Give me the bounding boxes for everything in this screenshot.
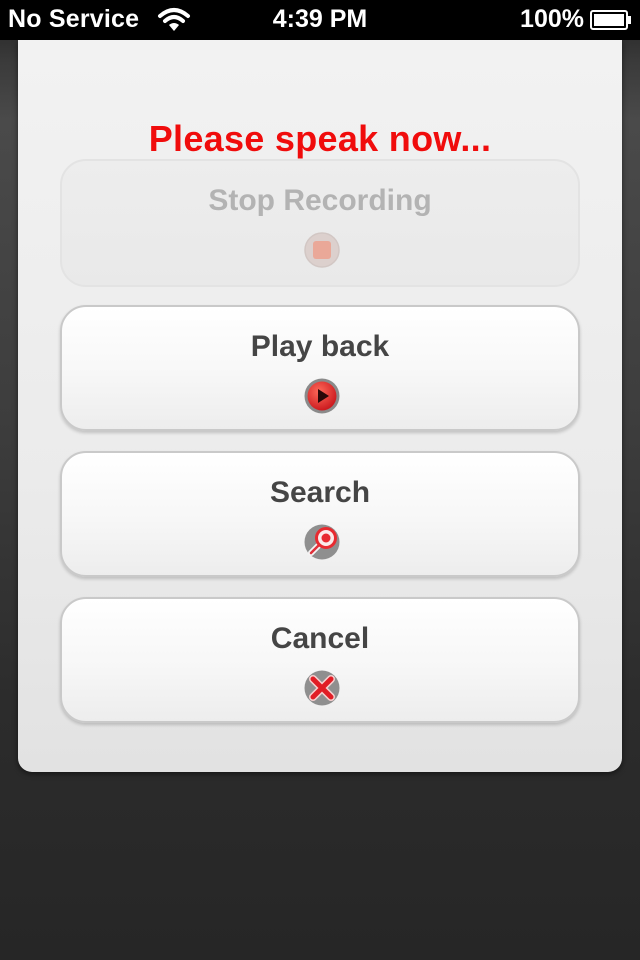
search-button[interactable]: Search <box>60 451 580 577</box>
cancel-icon <box>304 670 340 706</box>
search-label: Search <box>269 476 371 509</box>
battery-percent: 100% <box>520 5 584 33</box>
cancel-button[interactable]: Cancel <box>60 597 580 723</box>
stop-recording-label: Stop Recording <box>208 184 432 217</box>
cancel-label: Cancel <box>270 622 370 655</box>
play-icon <box>304 378 340 414</box>
stop-record-icon <box>304 232 340 268</box>
play-back-button[interactable]: Play back <box>60 305 580 431</box>
battery-icon <box>590 10 631 30</box>
status-bar: No Service 4:39 PM 100% <box>0 0 640 40</box>
stop-recording-button[interactable]: Stop Recording <box>60 159 580 287</box>
speak-prompt-title: Please speak now... <box>148 118 492 159</box>
search-icon <box>304 524 340 560</box>
play-back-label: Play back <box>250 330 390 363</box>
